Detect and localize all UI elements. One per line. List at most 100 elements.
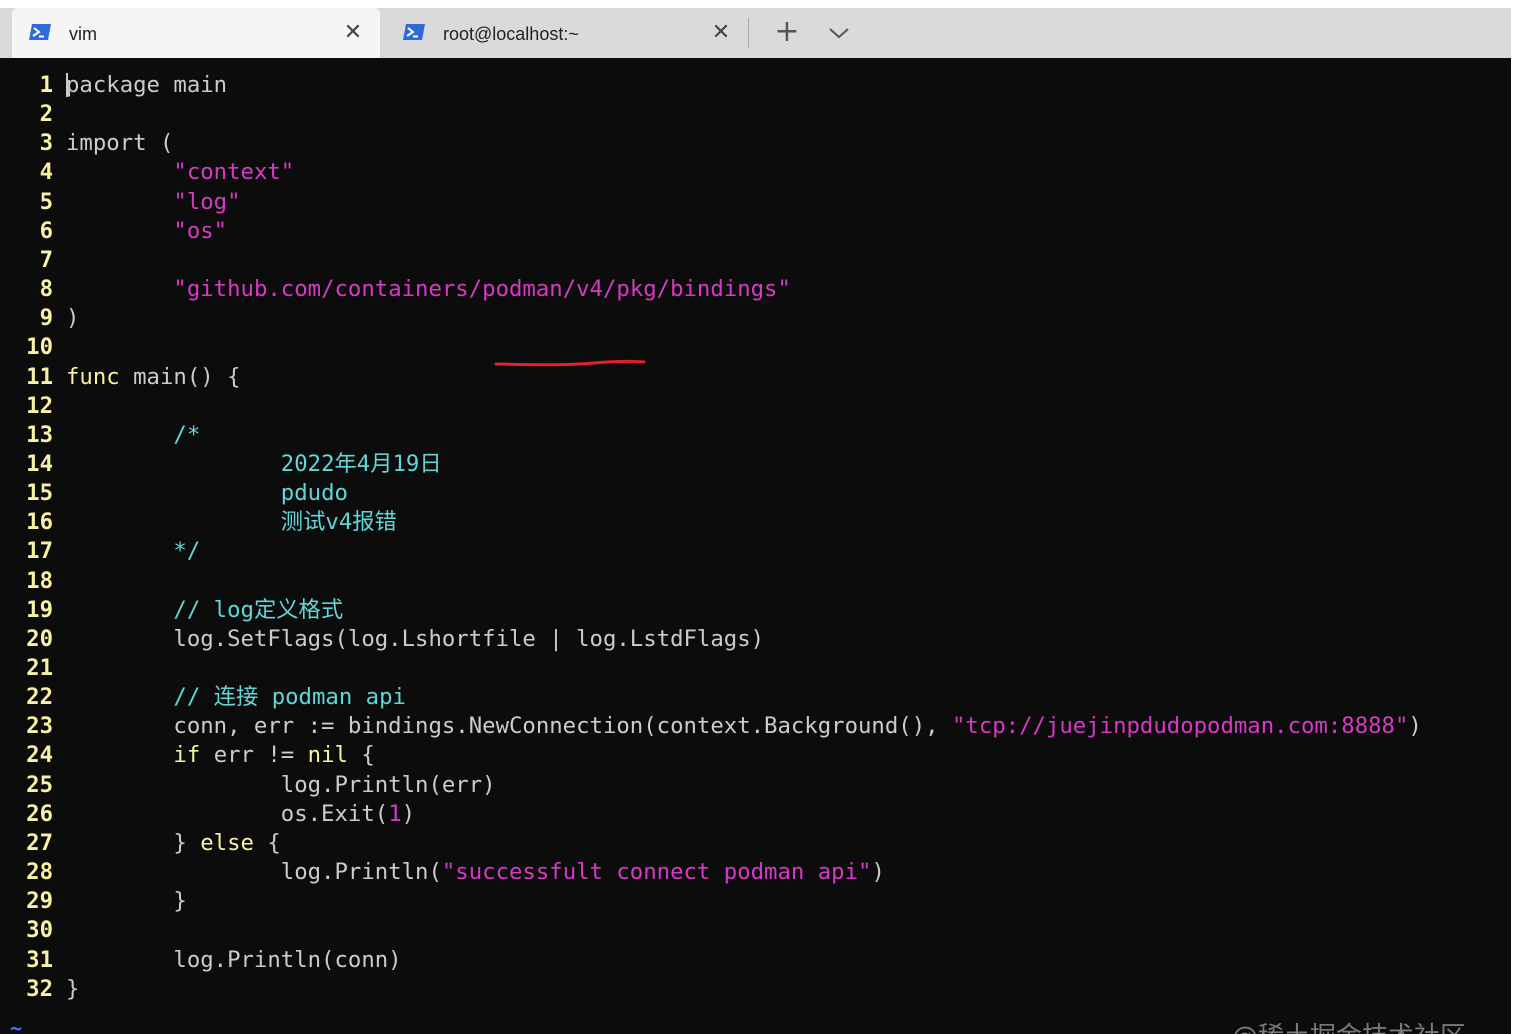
code-text: } bbox=[66, 887, 187, 916]
code-text: ) bbox=[66, 304, 79, 333]
code-token: log.SetFlags(log.Lshortfile | log.LstdFl… bbox=[66, 625, 765, 652]
close-icon[interactable]: ✕ bbox=[709, 20, 733, 44]
line-number: 13 bbox=[26, 421, 53, 448]
empty-line-marker: ~ bbox=[10, 1016, 23, 1034]
tab-vim[interactable]: vim ✕ bbox=[12, 8, 380, 58]
terminal-window: vim ✕ root@localhost:~ ✕ + 1 package main… bbox=[0, 8, 1511, 1034]
line-number: 10 bbox=[26, 334, 53, 361]
keyword-token: nil bbox=[307, 742, 348, 769]
code-text: "log" bbox=[66, 188, 240, 217]
keyword-token: func bbox=[66, 363, 120, 390]
tab-root-localhost[interactable]: root@localhost:~ ✕ bbox=[386, 8, 744, 58]
code-line: 6 "os" bbox=[0, 217, 1511, 246]
close-icon[interactable]: ✕ bbox=[341, 20, 365, 44]
comment-token: 测试v4报错 bbox=[280, 509, 397, 536]
code-text: log.Println(err) bbox=[66, 771, 496, 800]
line-number: 23 bbox=[26, 713, 53, 740]
code-text: } else { bbox=[66, 829, 280, 858]
comment-token: pdudo bbox=[280, 480, 348, 507]
line-number: 29 bbox=[26, 888, 53, 915]
code-line: 30 bbox=[0, 916, 1511, 945]
code-line: 3 import ( bbox=[0, 129, 1511, 158]
line-number: 18 bbox=[26, 567, 53, 594]
code-line: 32} bbox=[0, 975, 1511, 1004]
line-number: 16 bbox=[26, 509, 53, 536]
code-text: conn, err := bindings.NewConnection(cont… bbox=[66, 712, 1421, 741]
code-line: 19 // log定义格式 bbox=[0, 596, 1511, 625]
code-line: 15 pdudo bbox=[0, 479, 1511, 508]
powershell-icon bbox=[29, 24, 51, 40]
code-line: 18 bbox=[0, 567, 1511, 596]
code-text: "github.com/containers/podman/v4/pkg/bin… bbox=[66, 275, 791, 304]
code-line: 29 } bbox=[0, 887, 1511, 916]
code-line: 10 bbox=[0, 333, 1511, 362]
code-text: package main bbox=[66, 71, 227, 100]
line-number: 26 bbox=[26, 800, 53, 827]
code-token: } bbox=[66, 888, 187, 915]
code-token: ) bbox=[66, 305, 80, 332]
line-number: 9 bbox=[39, 305, 53, 332]
string-token: "os" bbox=[173, 217, 228, 244]
code-line: 11 func main() { bbox=[0, 363, 1511, 392]
code-token: } bbox=[66, 975, 80, 1002]
code-token: { bbox=[347, 742, 375, 769]
code-line: 20 log.SetFlags(log.Lshortfile | log.Lst… bbox=[0, 625, 1511, 654]
code-text: log.SetFlags(log.Lshortfile | log.LstdFl… bbox=[66, 625, 764, 654]
comment-token: // log定义格式 bbox=[173, 596, 344, 623]
line-number: 17 bbox=[26, 538, 53, 565]
code-line: 31 log.Println(conn) bbox=[0, 946, 1511, 975]
code-token: err != bbox=[200, 742, 308, 769]
string-token: "tcp://juejinpdudopodman.com:8888" bbox=[951, 713, 1409, 740]
code-text: 2022年4月19日 bbox=[66, 450, 442, 479]
code-token: log.Println(err) bbox=[66, 771, 496, 798]
code-line: 14 2022年4月19日 bbox=[0, 450, 1511, 479]
code-line: 13 /* bbox=[0, 421, 1511, 450]
code-line: 2 bbox=[0, 100, 1511, 129]
comment-token: /* bbox=[173, 421, 201, 448]
line-number: 1 bbox=[39, 72, 53, 98]
line-number: 28 bbox=[26, 859, 53, 886]
watermark: @稀土掘金技术社区 bbox=[1232, 1016, 1466, 1034]
tab-divider bbox=[748, 18, 749, 48]
code-text: pdudo bbox=[66, 479, 348, 508]
vim-editor[interactable]: 1 package main 2 3 import ( 4 "context" 5 "log… bbox=[0, 58, 1511, 1034]
line-number: 31 bbox=[26, 946, 53, 973]
line-number: 2 bbox=[39, 101, 53, 128]
code-token: main() { bbox=[119, 363, 241, 390]
string-token: "context" bbox=[173, 159, 295, 186]
line-number: 3 bbox=[39, 130, 53, 157]
line-number: 11 bbox=[26, 363, 53, 390]
line-number: 14 bbox=[26, 450, 53, 477]
code-token: package main bbox=[66, 72, 228, 98]
code-text: } bbox=[66, 975, 79, 1004]
line-number: 4 bbox=[39, 159, 53, 186]
new-tab-button[interactable]: + bbox=[772, 17, 802, 48]
string-token: "successfult connect podman api" bbox=[441, 859, 872, 886]
code-token: } bbox=[66, 829, 201, 856]
code-text: 测试v4报错 bbox=[66, 508, 397, 537]
code-line: 22 // 连接 podman api bbox=[0, 683, 1511, 712]
line-number: 22 bbox=[26, 684, 53, 711]
code-text: log.Println("successfult connect podman … bbox=[66, 858, 885, 887]
chevron-down-icon[interactable] bbox=[825, 18, 853, 48]
code-line: 12 bbox=[0, 392, 1511, 421]
comment-token: // 连接 podman api bbox=[173, 684, 406, 711]
line-number: 12 bbox=[26, 392, 53, 419]
powershell-icon bbox=[403, 24, 425, 40]
code-token: ) bbox=[871, 859, 885, 886]
code-line: 23 conn, err := bindings.NewConnection(c… bbox=[0, 712, 1511, 741]
string-token: 1 bbox=[388, 800, 402, 827]
code-text: import ( bbox=[66, 129, 173, 158]
code-text: "context" bbox=[66, 158, 294, 187]
code-line: 5 "log" bbox=[0, 188, 1511, 217]
code-line: 28 log.Println("successfult connect podm… bbox=[0, 858, 1511, 887]
